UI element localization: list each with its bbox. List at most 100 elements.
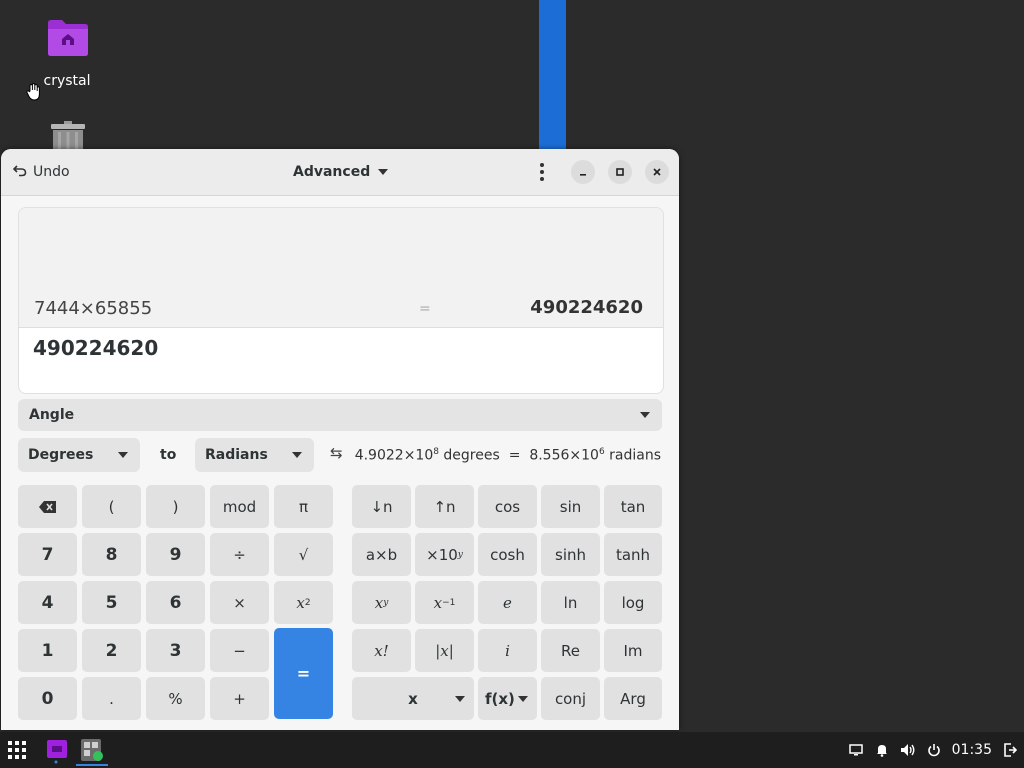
conversion-category-dropdown[interactable]: Angle [18, 399, 662, 431]
abs-button[interactable]: |x| [415, 629, 474, 672]
history-equals: = [419, 301, 431, 317]
conversion-result: 4.9022×108 degrees = 8.556×106 radians [354, 447, 661, 464]
from-unit-dropdown[interactable]: Degrees [18, 438, 140, 472]
digit-9-button[interactable]: 9 [146, 533, 205, 576]
equals-button[interactable]: = [274, 628, 333, 719]
imaginary-part-button[interactable]: Im [604, 629, 662, 672]
imaginary-unit-button[interactable]: i [478, 629, 537, 672]
conversion-category-label: Angle [29, 407, 75, 423]
function-menu-button[interactable]: f(x) [478, 677, 537, 720]
subtract-button[interactable]: − [210, 629, 269, 672]
digit-3-button[interactable]: 3 [146, 629, 205, 672]
close-button[interactable] [645, 160, 669, 184]
square-button[interactable]: x2 [274, 581, 333, 624]
chevron-down-icon [292, 452, 302, 458]
log-button[interactable]: log [604, 581, 662, 624]
times-ten-power-button[interactable]: ×10 y [415, 533, 474, 576]
argument-button[interactable]: Arg [604, 677, 662, 720]
backspace-button[interactable] [18, 485, 77, 528]
trash-icon[interactable] [50, 120, 86, 150]
digit-7-button[interactable]: 7 [18, 533, 77, 576]
pi-button[interactable]: π [274, 485, 333, 528]
mode-menu-button[interactable]: Advanced [293, 159, 389, 185]
undo-icon [12, 163, 27, 181]
swap-units-icon[interactable]: ⇆ [330, 444, 343, 462]
subscript-button[interactable]: ↓n [352, 485, 411, 528]
add-button[interactable]: + [210, 677, 269, 720]
percent-button[interactable]: % [146, 677, 205, 720]
undo-label: Undo [33, 164, 70, 180]
close-icon [653, 168, 661, 176]
decimal-point-button[interactable]: . [82, 677, 141, 720]
maximize-button[interactable] [608, 160, 632, 184]
factorial-button[interactable]: x! [352, 629, 411, 672]
chevron-down-icon [455, 696, 465, 702]
main-menu-button[interactable] [531, 161, 553, 183]
tan-button[interactable]: tan [604, 485, 662, 528]
digit-1-button[interactable]: 1 [18, 629, 77, 672]
digit-5-button[interactable]: 5 [82, 581, 141, 624]
chevron-down-icon [518, 696, 528, 702]
taskbar-files-icon[interactable] [41, 736, 73, 764]
header-bar: Undo Advanced [1, 149, 679, 196]
open-paren-button[interactable]: ( [82, 485, 141, 528]
variable-menu-button[interactable]: x [352, 677, 474, 720]
divide-button[interactable]: ÷ [210, 533, 269, 576]
superscript-button[interactable]: ↑n [415, 485, 474, 528]
from-unit-label: Degrees [28, 447, 94, 463]
background-window-edge [539, 0, 566, 150]
multiply-button[interactable]: × [210, 581, 269, 624]
app-grid-icon[interactable] [7, 740, 27, 760]
calculator-display: 7444×65855 = 490224620 490224620 [18, 207, 664, 394]
logout-icon[interactable] [1002, 742, 1018, 758]
minimize-icon [580, 174, 586, 176]
sin-button[interactable]: sin [541, 485, 600, 528]
calculator-window: Undo Advanced 7444×65855 = 490224620 490… [1, 149, 679, 730]
close-paren-button[interactable]: ) [146, 485, 205, 528]
real-part-button[interactable]: Re [541, 629, 600, 672]
ln-button[interactable]: ln [541, 581, 600, 624]
reciprocal-button[interactable]: x −1 [415, 581, 474, 624]
tanh-button[interactable]: tanh [604, 533, 662, 576]
to-label: to [160, 447, 177, 463]
mod-button[interactable]: mod [210, 485, 269, 528]
bell-icon[interactable] [874, 742, 890, 758]
hand-cursor-icon [24, 82, 44, 102]
sinh-button[interactable]: sinh [541, 533, 600, 576]
digit-2-button[interactable]: 2 [82, 629, 141, 672]
clock[interactable]: 01:35 [952, 742, 992, 758]
volume-icon[interactable] [900, 742, 916, 758]
digit-8-button[interactable]: 8 [82, 533, 141, 576]
history-expression[interactable]: 7444×65855 [34, 298, 152, 319]
digit-6-button[interactable]: 6 [146, 581, 205, 624]
cosh-button[interactable]: cosh [478, 533, 537, 576]
digit-4-button[interactable]: 4 [18, 581, 77, 624]
history-result[interactable]: 490224620 [530, 297, 643, 318]
conjugate-button[interactable]: conj [541, 677, 600, 720]
home-folder-icon[interactable] [47, 19, 89, 57]
chevron-down-icon [640, 412, 650, 418]
sqrt-button[interactable]: √ [274, 533, 333, 576]
function-label: f(x) [485, 689, 515, 708]
chevron-down-icon [118, 452, 128, 458]
undo-button[interactable]: Undo [12, 159, 70, 185]
kebab-icon [540, 163, 544, 167]
entry-field[interactable]: 490224620 [33, 336, 158, 360]
chevron-down-icon [378, 169, 389, 175]
history-panel[interactable]: 7444×65855 = 490224620 [19, 208, 663, 328]
to-unit-label: Radians [205, 447, 268, 463]
maximize-icon [616, 168, 624, 176]
to-unit-dropdown[interactable]: Radians [195, 438, 314, 472]
conversion-row: Degrees to Radians ⇆ 4.9022×108 degrees … [18, 438, 662, 472]
power-icon[interactable] [926, 742, 942, 758]
display-icon[interactable] [848, 742, 864, 758]
variable-label: x [408, 689, 418, 708]
digit-0-button[interactable]: 0 [18, 677, 77, 720]
euler-e-button[interactable]: e [478, 581, 537, 624]
taskbar-calculator-icon[interactable] [76, 736, 108, 766]
mode-label: Advanced [293, 164, 371, 180]
minimize-button[interactable] [571, 160, 595, 184]
a-times-b-button[interactable]: a×b [352, 533, 411, 576]
cos-button[interactable]: cos [478, 485, 537, 528]
power-button[interactable]: xy [352, 581, 411, 624]
